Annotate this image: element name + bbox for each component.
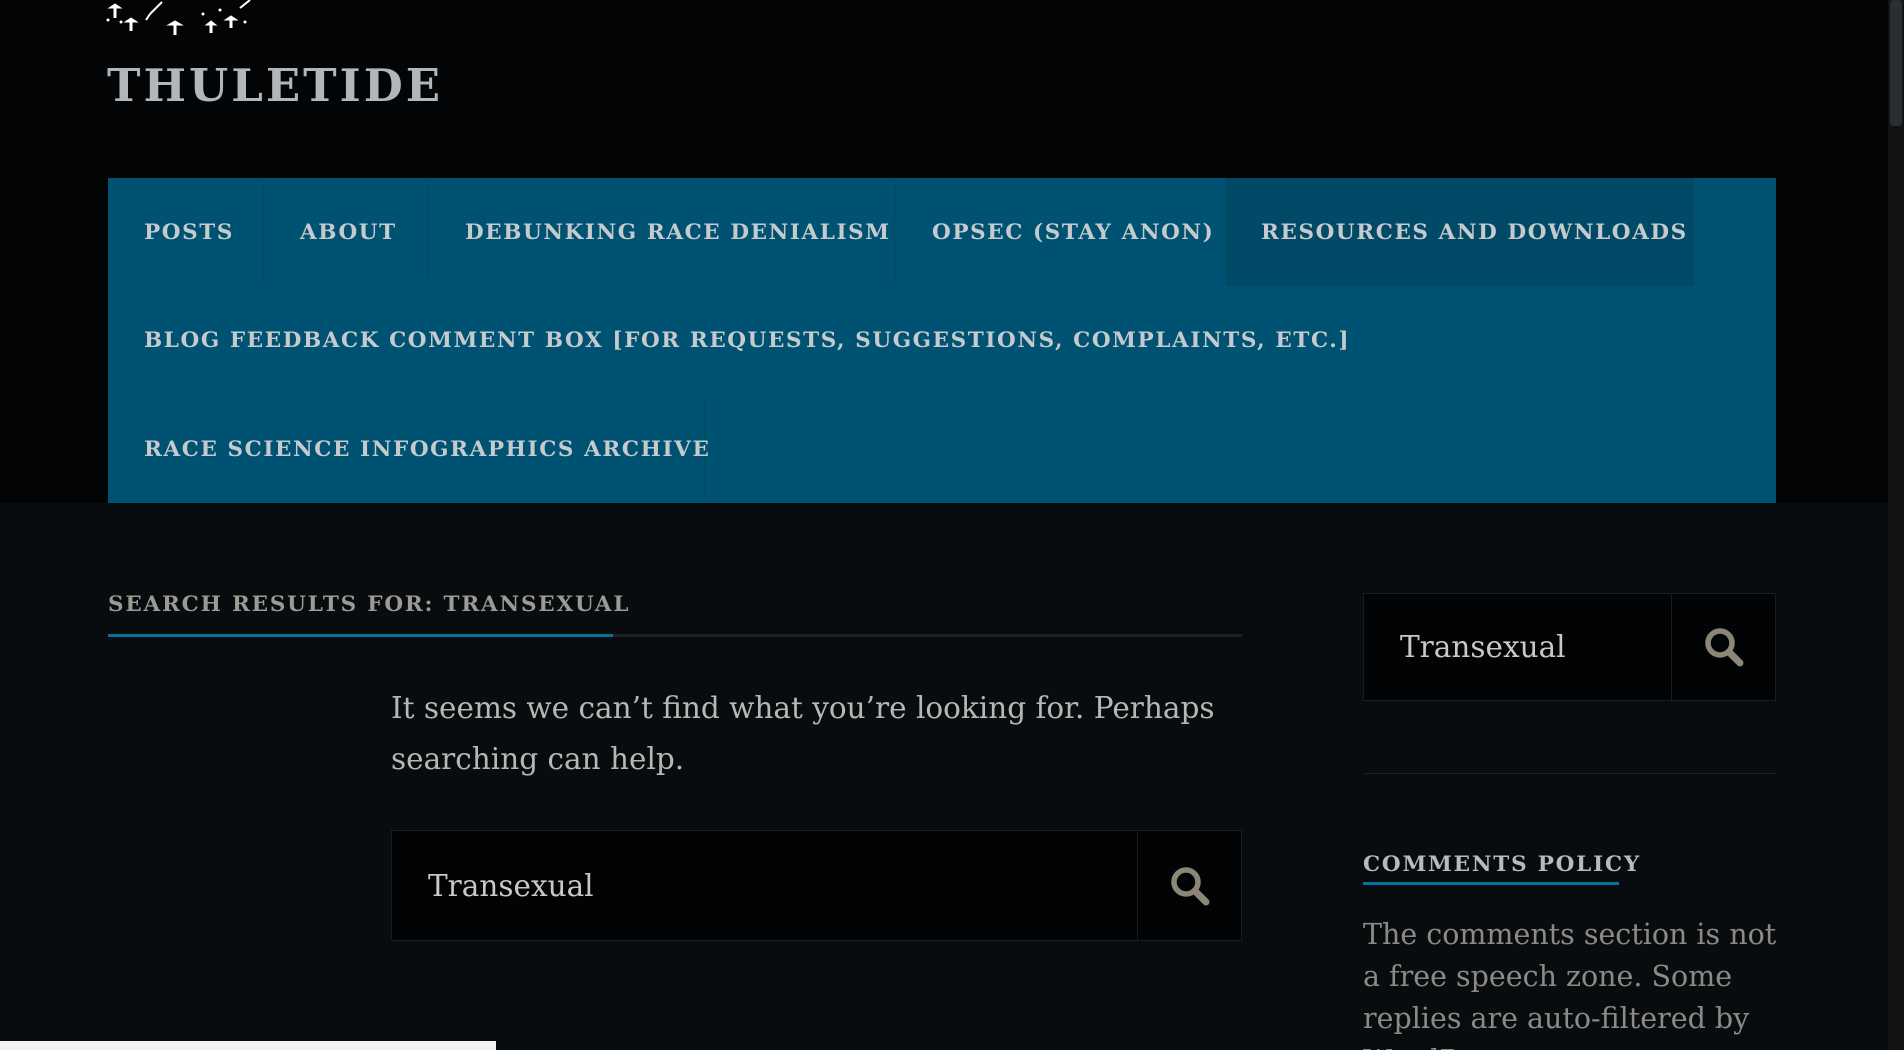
- search-icon: [1170, 866, 1209, 905]
- page: THULETIDE POSTS ABOUT DEBUNKING RACE DEN…: [0, 0, 1904, 1050]
- nav-item-debunking-race-denialism[interactable]: DEBUNKING RACE DENIALISM: [429, 178, 896, 286]
- site-header: THULETIDE POSTS ABOUT DEBUNKING RACE DEN…: [0, 0, 1888, 503]
- main-search-button[interactable]: [1137, 831, 1241, 940]
- page-scrollbar[interactable]: [1888, 0, 1904, 1050]
- comments-policy-text: The comments section is not a free speec…: [1363, 918, 1777, 1050]
- site-logo[interactable]: [105, 0, 255, 36]
- main-navigation: POSTS ABOUT DEBUNKING RACE DENIALISM OPS…: [108, 178, 1776, 503]
- nav-item-posts[interactable]: POSTS: [108, 178, 264, 286]
- search-icon: [1704, 628, 1743, 667]
- sidebar-search-input[interactable]: [1364, 594, 1672, 700]
- nav-item-about[interactable]: ABOUT: [264, 178, 429, 286]
- page-title: SEARCH RESULTS FOR: TRANSEXUAL: [108, 592, 631, 617]
- nav-item-resources-and-downloads[interactable]: RESOURCES AND DOWNLOADS: [1225, 178, 1694, 286]
- scrollbar-thumb[interactable]: [1890, 0, 1902, 126]
- widget-title-underline: [1363, 882, 1619, 885]
- sidebar-search-form: [1363, 593, 1776, 701]
- sidebar-search-button[interactable]: [1671, 594, 1775, 700]
- nav-item-race-science-infographics[interactable]: RACE SCIENCE INFOGRAPHICS ARCHIVE: [108, 395, 709, 503]
- no-results-message: It seems we can’t find what you’re looki…: [391, 691, 1215, 776]
- page-load-progress-bar: [0, 1041, 496, 1050]
- comments-policy-title: COMMENTS POLICY: [1363, 852, 1642, 877]
- site-title[interactable]: THULETIDE: [107, 58, 443, 114]
- nav-item-blog-feedback[interactable]: BLOG FEEDBACK COMMENT BOX [FOR REQUESTS,…: [108, 286, 1349, 394]
- main-search-input[interactable]: [392, 831, 1137, 940]
- heading-accent-underline: [108, 634, 613, 637]
- sidebar-divider: [1363, 773, 1776, 774]
- main-search-form: [391, 830, 1242, 941]
